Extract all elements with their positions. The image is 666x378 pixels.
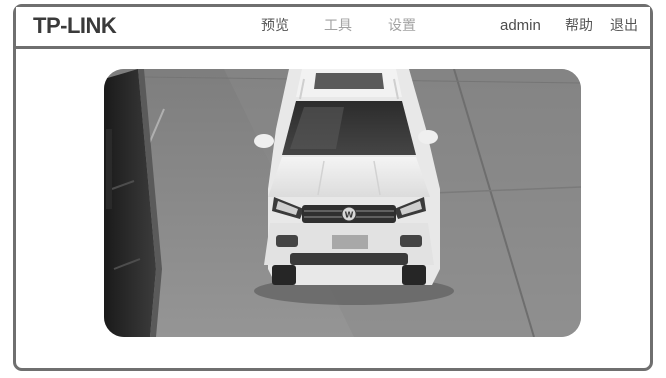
app-window: TP-LINK 预览 工具 设置 admin 帮助 退出 W [13, 4, 653, 371]
camera-video-feed[interactable]: W [104, 69, 581, 337]
top-navigation-bar: TP-LINK 预览 工具 设置 admin 帮助 退出 [16, 7, 650, 49]
lower-intake [290, 253, 408, 265]
fog-light-right [400, 235, 422, 247]
fog-light-left [276, 235, 298, 247]
camera-frame-image: W [104, 69, 581, 337]
hood [268, 157, 430, 197]
mirror-right [418, 130, 438, 144]
user-name[interactable]: admin [500, 17, 541, 35]
mirror-left [254, 134, 274, 148]
nav-tab-settings[interactable]: 设置 [388, 17, 416, 35]
nav-tab-tools[interactable]: 工具 [324, 17, 352, 35]
brand-logo: TP-LINK [33, 13, 117, 38]
nav-tab-preview[interactable]: 预览 [261, 17, 289, 35]
license-plate [332, 235, 368, 249]
logout-link[interactable]: 退出 [610, 17, 638, 35]
help-link[interactable]: 帮助 [565, 17, 593, 35]
roof-window [314, 73, 384, 89]
svg-text:W: W [345, 211, 354, 220]
